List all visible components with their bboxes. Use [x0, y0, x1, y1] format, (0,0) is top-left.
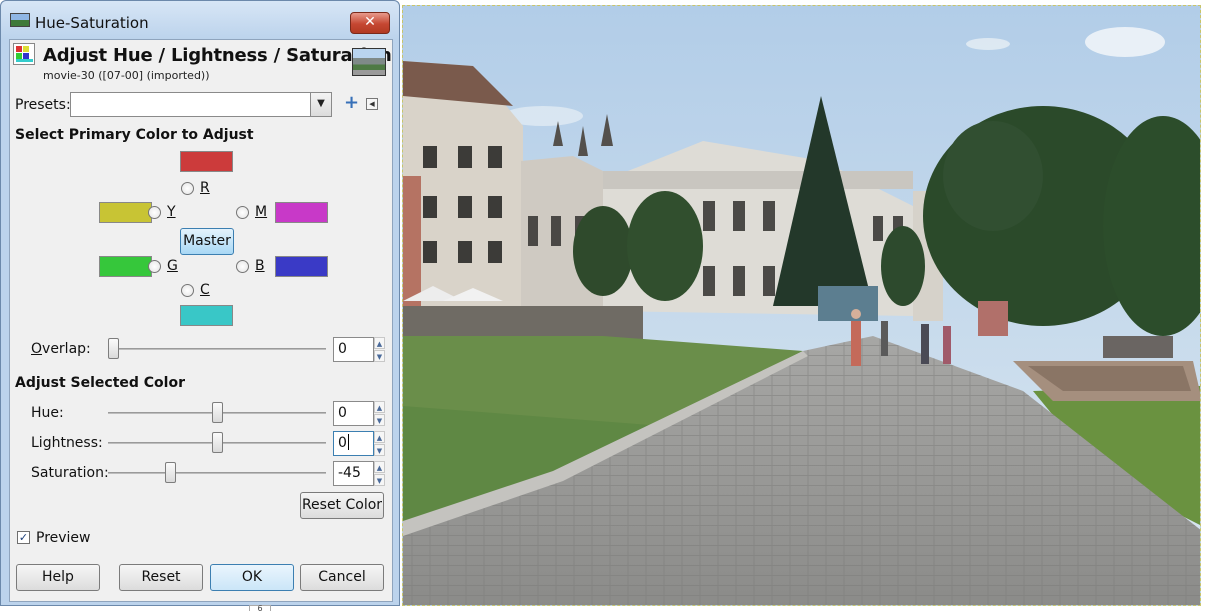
radio-magenta[interactable]	[236, 206, 249, 219]
spin-down-icon[interactable]: ▼	[374, 414, 385, 426]
hue-saturation-tool-icon	[13, 43, 35, 65]
overlap-field[interactable]: 0	[333, 337, 374, 362]
hue-label: Hue:	[31, 405, 64, 421]
saturation-stepper[interactable]: ▲ ▼	[374, 461, 385, 486]
saturation-slider[interactable]	[108, 472, 326, 474]
saturation-slider-handle[interactable]	[164, 462, 176, 483]
radio-yellow-label: Y	[167, 204, 176, 220]
image-thumbnail	[352, 48, 386, 76]
hue-slider-handle[interactable]	[211, 402, 223, 423]
swatch-red	[180, 151, 233, 172]
spin-down-icon[interactable]: ▼	[374, 350, 385, 362]
radio-yellow[interactable]	[148, 206, 161, 219]
swatch-magenta	[275, 202, 328, 223]
image-canvas[interactable]	[402, 5, 1201, 606]
reset-color-button[interactable]: Reset Color	[300, 492, 384, 519]
overlap-label-text: verlap:	[42, 341, 91, 357]
spin-down-icon[interactable]: ▼	[374, 444, 385, 456]
overlap-slider[interactable]	[108, 348, 326, 350]
hue-field[interactable]: 0	[333, 401, 374, 426]
preset-menu-icon[interactable]: ◀	[366, 98, 378, 110]
radio-magenta-label: M	[255, 204, 268, 220]
overlap-slider-handle[interactable]	[108, 338, 119, 359]
radio-green-label: G	[167, 258, 178, 274]
lightness-slider-handle[interactable]	[211, 432, 223, 453]
saturation-label: Saturation:	[31, 465, 109, 481]
overlap-stepper[interactable]: ▲ ▼	[374, 337, 385, 362]
cancel-button[interactable]: Cancel	[300, 564, 384, 591]
swatch-green	[99, 256, 152, 277]
hue-saturation-dialog: Hue-Saturation ✕ Adjust Hue / Lightness …	[0, 0, 400, 606]
radio-cyan[interactable]	[181, 284, 194, 297]
adjust-section-heading: Adjust Selected Color	[15, 375, 185, 391]
swatch-blue	[275, 256, 328, 277]
dialog-content: Adjust Hue / Lightness / Saturation movi…	[9, 39, 393, 602]
preview-checkbox[interactable]: ✓	[17, 531, 30, 544]
primary-section-heading: Select Primary Color to Adjust	[15, 127, 254, 143]
hue-stepper[interactable]: ▲ ▼	[374, 401, 385, 426]
reset-button[interactable]: Reset	[119, 564, 203, 591]
add-preset-icon[interactable]: +	[344, 94, 359, 112]
ok-button[interactable]: OK	[210, 564, 294, 591]
overlap-label: Overlap:	[31, 341, 91, 357]
title-bar[interactable]: Hue-Saturation ✕	[1, 1, 399, 39]
below-tab: 6	[249, 605, 271, 611]
radio-blue-label: B	[255, 258, 265, 274]
text-caret	[347, 434, 349, 450]
dialog-heading: Adjust Hue / Lightness / Saturation	[43, 45, 392, 66]
radio-red-label: R	[200, 180, 210, 196]
lightness-label: Lightness:	[31, 435, 103, 451]
lightness-value: 0	[338, 435, 347, 451]
chevron-down-icon[interactable]: ▼	[310, 93, 331, 116]
spin-up-icon[interactable]: ▲	[374, 401, 385, 413]
master-button[interactable]: Master	[180, 228, 234, 255]
presets-combo[interactable]: ▼	[70, 92, 332, 117]
radio-blue[interactable]	[236, 260, 249, 273]
radio-green[interactable]	[148, 260, 161, 273]
radio-red[interactable]	[181, 182, 194, 195]
close-button[interactable]: ✕	[350, 12, 390, 34]
gimp-image-icon	[10, 13, 30, 27]
presets-label: Presets:	[15, 97, 71, 113]
swatch-cyan	[180, 305, 233, 326]
preview-label: Preview	[36, 530, 91, 546]
help-button[interactable]: Help	[16, 564, 100, 591]
lightness-field[interactable]: 0	[333, 431, 374, 456]
window-title: Hue-Saturation	[35, 14, 149, 32]
swatch-yellow	[99, 202, 152, 223]
spin-down-icon[interactable]: ▼	[374, 474, 385, 486]
lightness-stepper[interactable]: ▲ ▼	[374, 431, 385, 456]
spin-up-icon[interactable]: ▲	[374, 431, 385, 443]
spin-up-icon[interactable]: ▲	[374, 337, 385, 349]
saturation-field[interactable]: -45	[333, 461, 374, 486]
spin-up-icon[interactable]: ▲	[374, 461, 385, 473]
screen: Hue-Saturation ✕ Adjust Hue / Lightness …	[0, 0, 1207, 611]
radio-cyan-label: C	[200, 282, 210, 298]
town-square-photo	[403, 6, 1200, 605]
image-name: movie-30 ([07-00] (imported))	[43, 69, 210, 82]
